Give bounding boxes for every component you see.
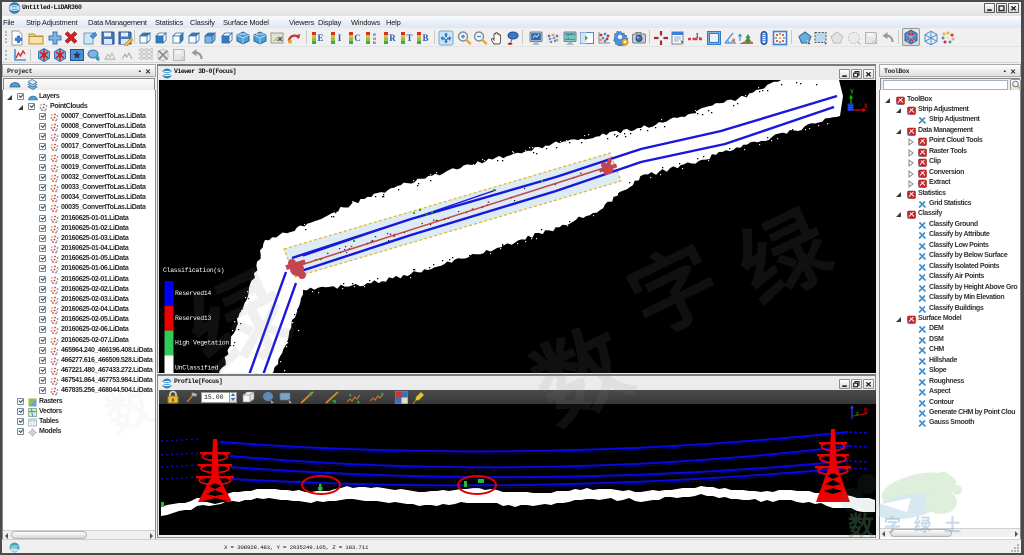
svg-text:Y: Y xyxy=(850,89,854,96)
svg-text:UnClassified: UnClassified xyxy=(175,364,219,371)
svg-text:High Vegetation: High Vegetation xyxy=(175,340,229,347)
svg-text:a: a xyxy=(732,37,736,44)
svg-text:FRONT: FRONT xyxy=(238,32,248,36)
svg-text:T: T xyxy=(406,33,412,43)
svg-text:CSD: CSD xyxy=(565,35,575,40)
svg-text:B: B xyxy=(373,40,376,45)
svg-text:Reserved13: Reserved13 xyxy=(175,315,211,322)
svg-text:E: E xyxy=(317,33,323,43)
svg-text:I: I xyxy=(338,33,342,43)
svg-text:X: X xyxy=(864,103,868,110)
svg-text:C: C xyxy=(354,33,361,43)
svg-text:z: z xyxy=(856,411,859,417)
svg-text:L: L xyxy=(696,32,701,40)
svg-text:R: R xyxy=(389,33,396,43)
svg-text:BACK: BACK xyxy=(256,32,264,36)
svg-text:Classification(s): Classification(s) xyxy=(163,267,224,274)
svg-text:B: B xyxy=(422,33,428,43)
svg-text:Reserved14: Reserved14 xyxy=(175,290,211,297)
